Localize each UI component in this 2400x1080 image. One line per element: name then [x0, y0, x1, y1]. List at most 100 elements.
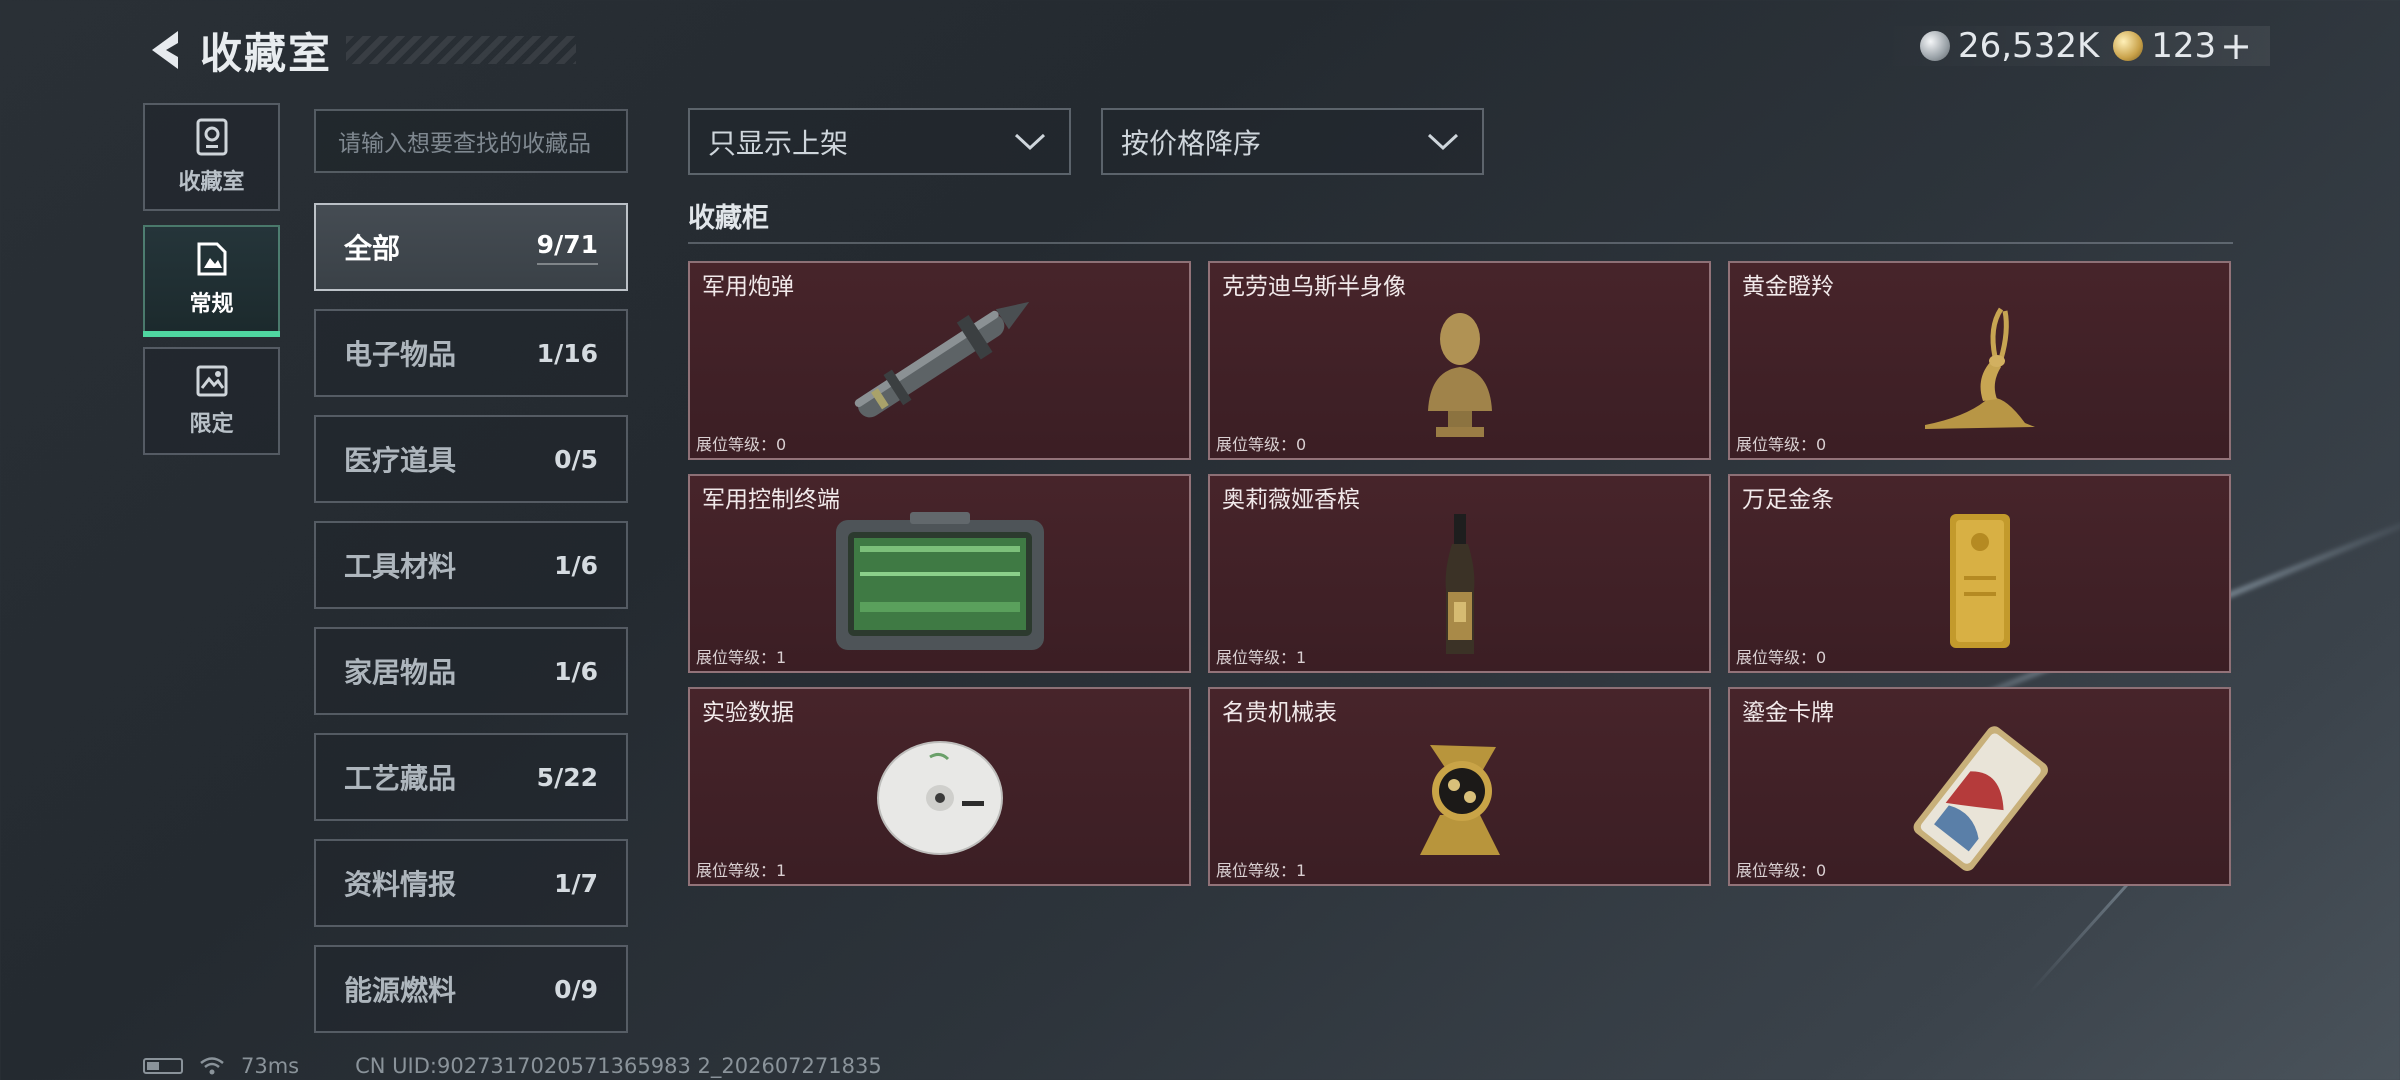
gold-amount: 123 [2151, 26, 2217, 66]
booth-level: 展位等级：0 [1736, 861, 1827, 880]
status-footer: 73ms CN UID:9027317020571365983 2_202607… [143, 1054, 882, 1078]
collection-card[interactable]: 实验数据 展位等级：1 [688, 687, 1191, 886]
booth-level: 展位等级：0 [696, 435, 787, 454]
item-name: 万足金条 [1742, 487, 1834, 513]
category-all[interactable]: 全部 9/71 [314, 203, 628, 291]
battery-icon [143, 1058, 183, 1074]
gold-currency[interactable]: 123 + [2113, 24, 2252, 68]
category-tools[interactable]: 工具材料 1/6 [314, 521, 628, 609]
back-button[interactable] [140, 25, 190, 75]
nav-tab-regular[interactable]: 常规 [143, 225, 280, 337]
uid-text: CN UID:9027317020571365983 2_20260727183… [355, 1054, 882, 1078]
collection-card[interactable]: 克劳迪乌斯半身像 展位等级：0 [1208, 261, 1711, 460]
collection-card[interactable]: 万足金条 展位等级：0 [1728, 474, 2231, 673]
collection-card[interactable]: 奥莉薇娅香槟 展位等级：1 [1208, 474, 1711, 673]
image-icon [196, 365, 227, 397]
category-count: 5/22 [536, 762, 598, 792]
booth-level: 展位等级：1 [696, 648, 787, 667]
gold-bar-icon [1949, 514, 2010, 649]
collection-card[interactable]: 名贵机械表 展位等级：1 [1208, 687, 1711, 886]
item-name: 黄金瞪羚 [1742, 274, 1834, 300]
missile-icon [854, 301, 1029, 417]
category-name: 能源燃料 [344, 974, 457, 1007]
item-name: 名贵机械表 [1222, 700, 1337, 726]
booth-level: 展位等级：0 [1216, 435, 1307, 454]
nav-tab-label: 常规 [189, 292, 234, 317]
collection-card[interactable]: 军用控制终端 展位等级：1 [688, 474, 1191, 673]
collection-grid: 军用炮弹 展位等级：0 克劳迪乌斯半身像 展位等级：0 黄金瞪羚 展位等级：0 … [688, 261, 2231, 886]
item-name: 奥莉薇娅香槟 [1222, 487, 1360, 513]
item-name: 实验数据 [702, 700, 794, 726]
filter-bar: 只显示上架 按价格降序 [688, 108, 1484, 175]
page-title: 收藏室 [200, 28, 333, 78]
category-fuel[interactable]: 能源燃料 0/9 [314, 945, 628, 1033]
collection-card[interactable]: 鎏金卡牌 展位等级：0 [1728, 687, 2231, 886]
disc-icon [876, 741, 1003, 856]
booth-level: 展位等级：1 [1216, 648, 1307, 667]
search-input[interactable]: 请输入想要查找的收藏品 [314, 109, 628, 173]
terminal-icon [835, 512, 1044, 651]
category-count: 1/16 [536, 338, 598, 368]
category-name: 工艺藏品 [344, 762, 457, 795]
left-nav: 收藏室 常规 限定 [143, 103, 280, 469]
add-gold-button[interactable]: + [2220, 24, 2252, 68]
item-name: 克劳迪乌斯半身像 [1222, 274, 1406, 300]
category-name: 家居物品 [344, 656, 457, 689]
category-name: 全部 [344, 232, 401, 265]
category-count: 1/6 [554, 550, 598, 580]
gazelle-icon [1924, 307, 2035, 430]
category-name: 电子物品 [344, 338, 457, 371]
nav-tab-collection-room[interactable]: 收藏室 [143, 103, 280, 211]
item-name: 鎏金卡牌 [1742, 700, 1834, 726]
category-electronics[interactable]: 电子物品 1/16 [314, 309, 628, 397]
listing-filter-dropdown[interactable]: 只显示上架 [688, 108, 1071, 175]
collection-card[interactable]: 黄金瞪羚 展位等级：0 [1728, 261, 2231, 460]
item-name: 军用控制终端 [702, 487, 840, 513]
section-title: 收藏柜 [688, 203, 769, 234]
ping-value: 73ms [241, 1054, 300, 1078]
card-icon [1913, 726, 2048, 872]
trophy-icon [196, 118, 227, 156]
category-household[interactable]: 家居物品 1/6 [314, 627, 628, 715]
category-count: 9/71 [536, 230, 598, 265]
watch-icon [1419, 745, 1500, 856]
category-count: 0/9 [554, 974, 598, 1004]
sort-dropdown[interactable]: 按价格降序 [1101, 108, 1484, 175]
category-name: 工具材料 [344, 550, 457, 583]
silver-amount: 26,532K [1957, 26, 2100, 66]
collection-card[interactable]: 军用炮弹 展位等级：0 [688, 261, 1191, 460]
category-count: 0/5 [554, 444, 598, 474]
currency-bar: 26,532K 123 + [1879, 24, 2270, 68]
back-arrow-icon [152, 31, 178, 69]
category-crafts[interactable]: 工艺藏品 5/22 [314, 733, 628, 821]
category-count: 1/6 [554, 656, 598, 686]
silver-currency[interactable]: 26,532K [1919, 26, 2100, 66]
item-name: 军用炮弹 [702, 274, 794, 300]
booth-level: 展位等级：0 [1736, 648, 1827, 667]
silver-coin-icon [1919, 31, 1950, 61]
category-name: 医疗道具 [344, 444, 457, 477]
nav-tab-label: 收藏室 [178, 170, 245, 195]
booth-level: 展位等级：0 [1736, 435, 1827, 454]
dropdown-value: 按价格降序 [1121, 126, 1262, 160]
category-name: 资料情报 [344, 868, 457, 901]
document-icon [197, 242, 226, 276]
chevron-down-icon [1014, 133, 1046, 150]
booth-level: 展位等级：1 [1216, 861, 1307, 880]
title-decoration [346, 36, 577, 64]
nav-tab-limited[interactable]: 限定 [143, 347, 280, 455]
page-header: 收藏室 [140, 22, 577, 78]
category-count: 1/7 [554, 868, 598, 898]
dropdown-value: 只显示上架 [708, 126, 849, 160]
nav-tab-label: 限定 [189, 412, 234, 437]
category-panel: 请输入想要查找的收藏品 全部 9/71 电子物品 1/16 医疗道具 0/5 工… [314, 109, 628, 1051]
chevron-down-icon [1427, 133, 1459, 150]
category-medical[interactable]: 医疗道具 0/5 [314, 415, 628, 503]
section-divider [688, 242, 2233, 244]
bust-icon [1427, 313, 1492, 438]
booth-level: 展位等级：1 [696, 861, 787, 880]
bottle-icon [1445, 514, 1474, 655]
gold-coin-icon [2113, 31, 2144, 61]
wifi-icon [200, 1057, 224, 1075]
category-intel[interactable]: 资料情报 1/7 [314, 839, 628, 927]
